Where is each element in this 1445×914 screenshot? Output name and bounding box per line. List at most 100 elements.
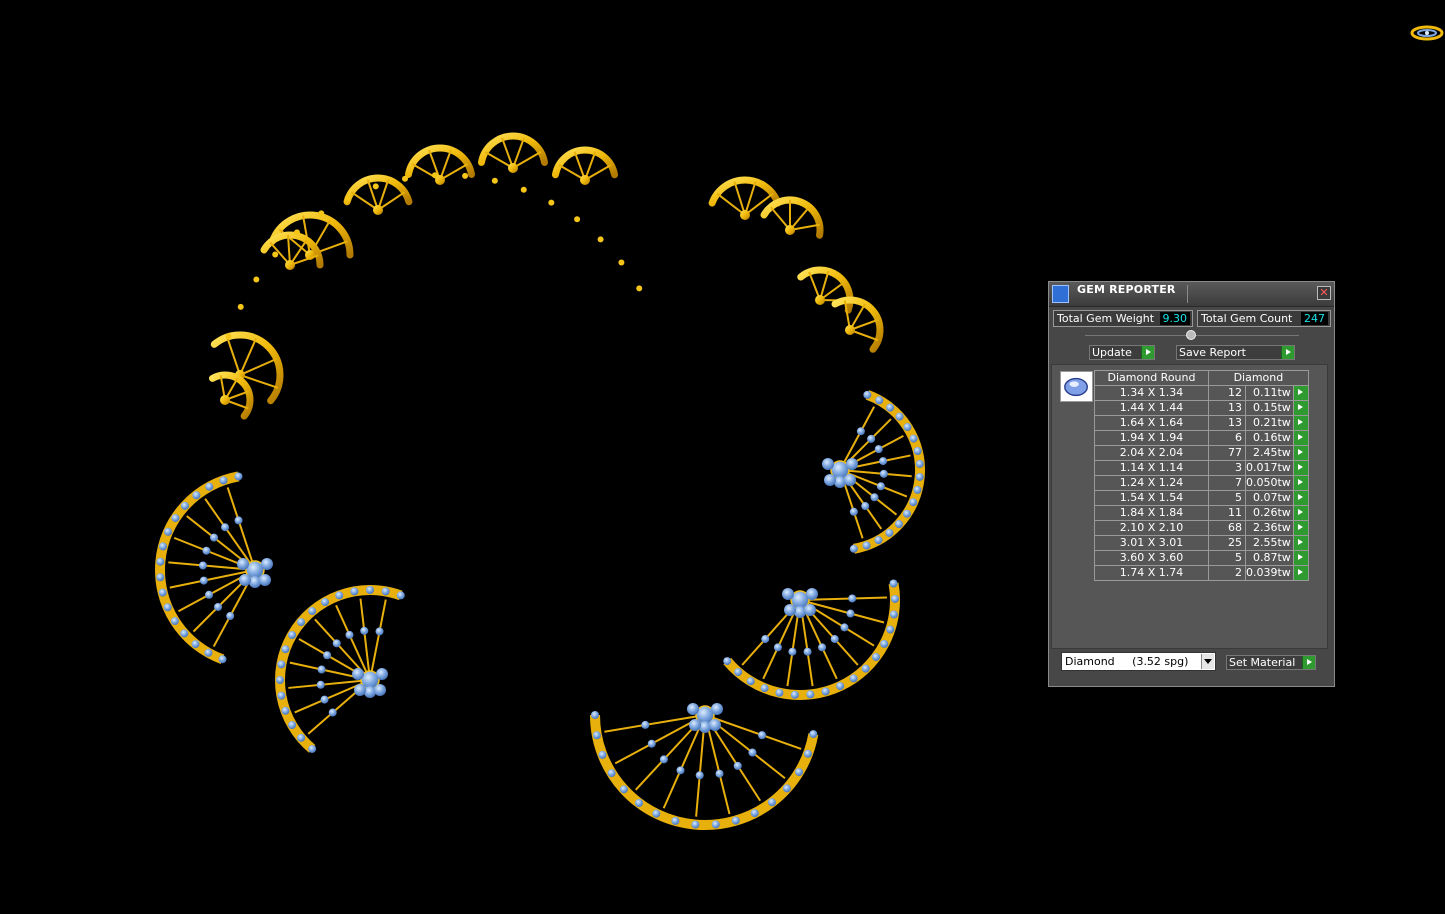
diamond-stone bbox=[731, 816, 740, 825]
total-gem-weight-value: 9.30 bbox=[1159, 312, 1190, 325]
close-icon[interactable]: ✕ bbox=[1317, 286, 1331, 300]
diamond-stone bbox=[381, 587, 390, 596]
table-row[interactable]: 1.64 X 1.64 13 0.21tw bbox=[1094, 415, 1309, 431]
select-row-arrow-icon[interactable] bbox=[1292, 490, 1309, 506]
chain-bead bbox=[597, 236, 604, 243]
diamond-stone bbox=[396, 591, 405, 600]
gold-spoke bbox=[226, 487, 256, 571]
diamond-stone bbox=[862, 541, 871, 550]
cell-count: 12 bbox=[1208, 385, 1246, 401]
table-row[interactable]: 3.60 X 3.60 5 0.87tw bbox=[1094, 550, 1309, 566]
diamond-stone bbox=[170, 617, 179, 626]
chain-bead bbox=[618, 259, 625, 266]
diamond-stone bbox=[809, 730, 818, 739]
cluster-diamond bbox=[709, 719, 721, 731]
chain-bead bbox=[520, 186, 527, 193]
diamond-stone bbox=[202, 546, 211, 555]
select-row-arrow-icon[interactable] bbox=[1292, 565, 1309, 581]
view-navigator-icon[interactable] bbox=[1410, 22, 1444, 44]
gold-bead bbox=[220, 395, 230, 405]
set-material-button[interactable]: Set Material bbox=[1226, 655, 1316, 670]
title-divider bbox=[1187, 285, 1188, 303]
table-row[interactable]: 1.74 X 1.74 2 0.039tw bbox=[1094, 565, 1309, 581]
chevron-down-icon[interactable] bbox=[1201, 654, 1214, 669]
table-row[interactable]: 1.54 X 1.54 5 0.07tw bbox=[1094, 490, 1309, 506]
table-row[interactable]: 1.34 X 1.34 12 0.11tw bbox=[1094, 385, 1309, 401]
table-row[interactable]: 1.84 X 1.84 11 0.26tw bbox=[1094, 505, 1309, 521]
select-row-arrow-icon[interactable] bbox=[1292, 505, 1309, 521]
gem-reporter-panel: GEM REPORTER ✕ Total Gem Weight 9.30 Tot… bbox=[1048, 281, 1335, 687]
diamond-stone bbox=[788, 647, 797, 656]
diamond-stone bbox=[281, 645, 290, 654]
diamond-stone bbox=[875, 396, 884, 405]
cell-count: 11 bbox=[1208, 505, 1246, 521]
panel-titlebar[interactable]: GEM REPORTER ✕ bbox=[1049, 282, 1334, 307]
cluster-diamond bbox=[822, 458, 834, 470]
diamond-stone bbox=[210, 533, 219, 542]
diamond-stone bbox=[874, 536, 883, 545]
table-row[interactable]: 2.04 X 2.04 77 2.45tw bbox=[1094, 445, 1309, 461]
diamond-stone bbox=[806, 690, 815, 699]
cell-count: 5 bbox=[1208, 490, 1246, 506]
select-row-arrow-icon[interactable] bbox=[1292, 520, 1309, 536]
select-row-arrow-icon[interactable] bbox=[1292, 550, 1309, 566]
gem-table: Diamond Round Diamond 1.34 X 1.34 12 0.11t… bbox=[1094, 370, 1309, 581]
diamond-stone bbox=[886, 403, 895, 412]
save-report-button[interactable]: Save Report bbox=[1176, 345, 1295, 360]
select-row-arrow-icon[interactable] bbox=[1292, 460, 1309, 476]
diamond-stone bbox=[308, 607, 317, 616]
diamond-stone bbox=[913, 446, 922, 455]
cell-weight: 0.15tw bbox=[1245, 400, 1294, 416]
update-button[interactable]: Update bbox=[1089, 345, 1155, 360]
collapse-handle[interactable] bbox=[1186, 330, 1196, 340]
round-diamond-icon[interactable] bbox=[1060, 371, 1093, 402]
table-row[interactable]: 1.14 X 1.14 3 0.017tw bbox=[1094, 460, 1309, 476]
cluster-diamond bbox=[689, 719, 701, 731]
table-row[interactable]: 3.01 X 3.01 25 2.55tw bbox=[1094, 535, 1309, 551]
chain-bead bbox=[636, 285, 643, 292]
diamond-stone bbox=[874, 445, 883, 454]
table-row[interactable]: 1.94 X 1.94 6 0.16tw bbox=[1094, 430, 1309, 446]
table-row[interactable]: 1.24 X 1.24 7 0.050tw bbox=[1094, 475, 1309, 491]
gold-bead bbox=[508, 163, 518, 173]
diamond-stone bbox=[748, 748, 757, 757]
select-row-arrow-icon[interactable] bbox=[1292, 430, 1309, 446]
table-row[interactable]: 1.44 X 1.44 13 0.15tw bbox=[1094, 400, 1309, 416]
gem-reporter-app-icon bbox=[1052, 285, 1069, 303]
diamond-stone bbox=[335, 591, 344, 600]
select-row-arrow-icon[interactable] bbox=[1292, 415, 1309, 431]
necklace-model[interactable] bbox=[155, 132, 925, 830]
select-row-arrow-icon[interactable] bbox=[1292, 535, 1309, 551]
diamond-stone bbox=[375, 627, 384, 636]
cluster-diamond bbox=[364, 686, 376, 698]
cell-size: 2.10 X 2.10 bbox=[1094, 520, 1209, 536]
material-dropdown[interactable]: Diamond (3.52 spg) bbox=[1061, 652, 1216, 671]
select-row-arrow-icon[interactable] bbox=[1292, 400, 1309, 416]
cell-count: 6 bbox=[1208, 430, 1246, 446]
diamond-stone bbox=[909, 434, 918, 443]
diamond-stone bbox=[830, 635, 839, 644]
cluster-diamond bbox=[354, 684, 366, 696]
cell-count: 2 bbox=[1208, 565, 1246, 581]
diamond-stone bbox=[317, 665, 326, 674]
select-row-arrow-icon[interactable] bbox=[1292, 475, 1309, 491]
cell-size: 3.01 X 3.01 bbox=[1094, 535, 1209, 551]
diamond-stone bbox=[321, 598, 329, 607]
gold-scallop bbox=[209, 371, 254, 420]
table-row[interactable]: 2.10 X 2.10 68 2.36tw bbox=[1094, 520, 1309, 536]
select-row-arrow-icon[interactable] bbox=[1292, 445, 1309, 461]
cell-count: 77 bbox=[1208, 445, 1246, 461]
chain-bead bbox=[402, 175, 409, 182]
diamond-stone bbox=[592, 731, 601, 740]
diamond-stone bbox=[277, 691, 286, 700]
diamond-stone bbox=[276, 676, 284, 684]
diamond-stone bbox=[915, 459, 924, 468]
select-row-arrow-icon[interactable] bbox=[1292, 385, 1309, 401]
gold-bead bbox=[373, 205, 383, 215]
diamond-stone bbox=[297, 733, 306, 742]
diamond-stone bbox=[795, 768, 804, 777]
cell-size: 1.24 X 1.24 bbox=[1094, 475, 1209, 491]
cluster-diamond bbox=[376, 668, 388, 680]
diamond-stone bbox=[723, 657, 732, 666]
diamond-stone bbox=[598, 750, 607, 759]
